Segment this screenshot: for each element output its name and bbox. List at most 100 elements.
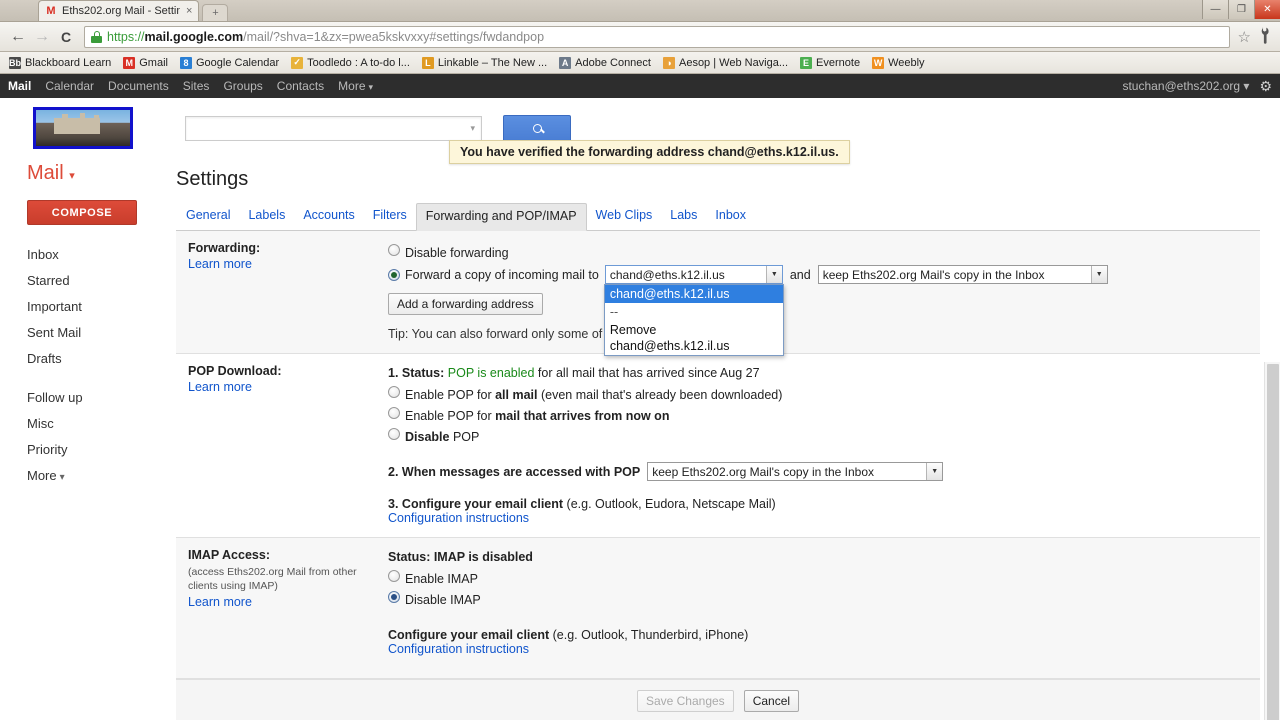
apps-link-contacts[interactable]: Contacts (277, 79, 324, 93)
minimize-button[interactable]: — (1202, 0, 1228, 19)
scrollbar-thumb[interactable] (1267, 364, 1279, 720)
chevron-down-icon[interactable]: ▼ (765, 266, 782, 283)
window-close-icon: ✕ (1263, 4, 1272, 15)
pop-from-now-row[interactable]: Enable POP for mail that arrives from no… (388, 407, 1260, 425)
imap-disable-radio[interactable] (388, 591, 400, 603)
search-field[interactable] (192, 119, 471, 137)
sidebar-item-priority[interactable]: Priority (27, 436, 176, 462)
imap-learn-more-link[interactable]: Learn more (188, 595, 252, 609)
disable-forwarding-row[interactable]: Disable forwarding (388, 244, 1260, 262)
forwarding-section: Forwarding: Learn more Disable forwardin… (176, 231, 1260, 356)
reload-icon: C (60, 28, 72, 45)
tab-general[interactable]: General (177, 203, 239, 230)
account-email[interactable]: stuchan@eths202.org ▾ (1122, 79, 1249, 93)
apps-link-label: Calendar (45, 79, 95, 93)
bookmark-item[interactable]: L Linkable – The New ... (417, 55, 552, 71)
pop-opt1-post: (even mail that's already been downloade… (537, 388, 783, 402)
sidebar-item-misc[interactable]: Misc (27, 410, 176, 436)
sidebar-item-label: Starred (27, 272, 70, 288)
pop-from-now-radio[interactable] (388, 407, 400, 419)
imap-enable-row[interactable]: Enable IMAP (388, 570, 1260, 588)
close-icon[interactable]: × (186, 5, 192, 17)
pop-all-mail-row[interactable]: Enable POP for all mail (even mail that'… (388, 386, 1260, 404)
tab-filters[interactable]: Filters (364, 203, 416, 230)
forwarding-learn-more-link[interactable]: Learn more (188, 257, 252, 271)
page-scrollbar[interactable] (1264, 362, 1280, 720)
tab-inbox[interactable]: Inbox (706, 203, 755, 230)
sidebar-item-drafts[interactable]: Drafts (27, 345, 176, 371)
pop-disable-radio[interactable] (388, 428, 400, 440)
save-changes-button[interactable]: Save Changes (636, 690, 734, 712)
search-button[interactable] (503, 114, 571, 142)
address-bar[interactable]: https://mail.google.com/mail/?shva=1&zx=… (84, 25, 1230, 48)
tab-forwarding-and-pop-imap[interactable]: Forwarding and POP/IMAP (415, 203, 587, 231)
forward-copy-radio[interactable] (388, 268, 400, 281)
pop-configuration-instructions-link[interactable]: Configuration instructions (388, 511, 529, 525)
bookmark-item[interactable]: ✓ Toodledo : A to-do l... (286, 55, 415, 71)
forwarding-address-select[interactable]: chand@eths.k12.il.us ▼ (604, 265, 783, 284)
url-scheme: https:// (107, 29, 145, 44)
new-tab-button[interactable]: + (202, 4, 229, 21)
reload-button[interactable]: C (54, 25, 78, 49)
back-button[interactable]: ← (6, 25, 30, 49)
pop-all-mail-radio[interactable] (388, 386, 400, 398)
bookmark-item[interactable]: W Weebly (867, 55, 929, 71)
chevron-down-icon[interactable]: ▼ (926, 463, 943, 480)
sidebar-item-sent-mail[interactable]: Sent Mail (27, 319, 176, 345)
sidebar-item-label: Follow up (27, 389, 83, 405)
apps-link-more[interactable]: More ▾ (338, 79, 373, 93)
bookmark-item[interactable]: E Evernote (795, 55, 865, 71)
tab-labels[interactable]: Labels (239, 203, 294, 230)
gear-icon[interactable]: ⚙ (1259, 78, 1272, 95)
add-forwarding-address-button[interactable]: Add a forwarding address (388, 293, 543, 315)
dropdown-option[interactable]: -- (605, 303, 783, 321)
disable-forwarding-radio[interactable] (388, 244, 400, 256)
wrench-icon[interactable] (1254, 24, 1278, 48)
window-close-button[interactable]: ✕ (1254, 0, 1280, 19)
compose-button[interactable]: COMPOSE (27, 200, 137, 225)
dropdown-option[interactable]: chand@eths.k12.il.us (604, 285, 783, 303)
browser-tab[interactable]: M Eths202.org Mail - Settings × (38, 0, 200, 21)
sidebar-item-starred[interactable]: Starred (27, 267, 176, 293)
sidebar-item-follow-up[interactable]: Follow up (27, 384, 176, 410)
pop-action-select[interactable]: keep Eths202.org Mail's copy in the Inbo… (647, 462, 944, 481)
apps-link-mail[interactable]: Mail (8, 79, 31, 93)
forwarding-action-select[interactable]: keep Eths202.org Mail's copy in the Inbo… (817, 265, 1108, 284)
mail-dropdown-title[interactable]: Mail ▾ (27, 162, 176, 185)
search-input[interactable]: ▾ (185, 115, 482, 141)
apps-link-groups[interactable]: Groups (223, 79, 262, 93)
bookmark-item[interactable]: A Adobe Connect (554, 55, 656, 71)
forward-button[interactable]: → (30, 25, 54, 49)
tab-web-clips[interactable]: Web Clips (587, 203, 662, 230)
forward-copy-row[interactable]: Forward a copy of incoming mail to chand… (388, 265, 1260, 356)
bookmark-item[interactable]: Bb Blackboard Learn (4, 55, 116, 71)
sidebar-item-more[interactable]: More ▾ (27, 462, 176, 490)
pop-status-word: Status: (401, 366, 445, 380)
scrollbar-track[interactable] (1264, 362, 1280, 720)
bookmark-item[interactable]: 8 Google Calendar (175, 55, 284, 71)
imap-enable-radio[interactable] (388, 570, 400, 582)
sidebar-item-important[interactable]: Important (27, 293, 176, 319)
pop-opt1-bold: all mail (495, 388, 538, 402)
apps-link-calendar[interactable]: Calendar (45, 79, 94, 93)
cancel-button[interactable]: Cancel (743, 690, 800, 712)
forwarding-address-dropdown[interactable]: chand@eths.k12.il.us -- Remove chand@eths.… (603, 284, 784, 356)
pop-disable-row[interactable]: Disable POP (388, 428, 1260, 446)
imap-disable-row[interactable]: Disable IMAP (388, 591, 1260, 609)
bookmark-item[interactable]: ◑ Aesop | Web Naviga... (658, 55, 793, 71)
chevron-down-icon[interactable]: ▾ (470, 123, 475, 134)
pop-learn-more-link[interactable]: Learn more (188, 380, 252, 394)
dropdown-option[interactable]: Remove chand@eths.k12.il.us (605, 321, 783, 355)
tab-labs[interactable]: Labs (661, 203, 706, 230)
bookmark-favicon-icon: M (123, 56, 136, 69)
pop-label-col: POP Download: Learn more (176, 364, 388, 525)
tab-accounts[interactable]: Accounts (294, 203, 363, 230)
apps-link-documents[interactable]: Documents (108, 79, 169, 93)
bookmark-item[interactable]: M Gmail (118, 55, 173, 71)
sidebar-item-inbox[interactable]: Inbox (27, 241, 176, 267)
apps-link-sites[interactable]: Sites (183, 79, 210, 93)
star-icon[interactable]: ☆ (1238, 28, 1251, 46)
maximize-button[interactable]: ❐ (1228, 0, 1254, 19)
imap-configuration-instructions-link[interactable]: Configuration instructions (388, 642, 529, 656)
chevron-down-icon[interactable]: ▼ (1090, 266, 1107, 283)
